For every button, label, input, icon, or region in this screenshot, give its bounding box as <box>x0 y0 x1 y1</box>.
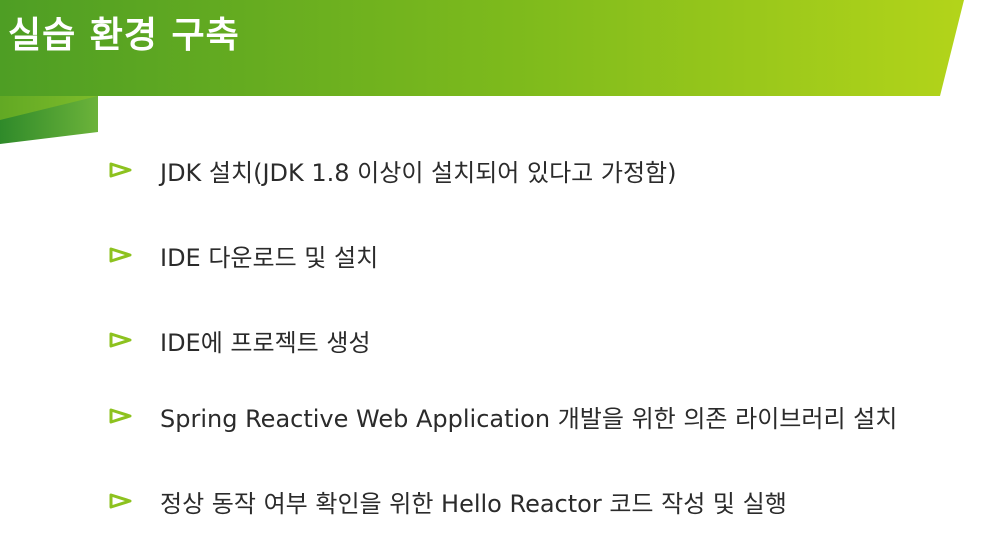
triangle-bullet-icon <box>109 493 132 509</box>
triangle-bullet-icon <box>109 247 132 263</box>
triangle-bullet-icon <box>109 162 132 178</box>
list-item: JDK 설치(JDK 1.8 이상이 설치되어 있다고 가정함) <box>108 152 676 188</box>
list-item: IDE에 프로젝트 생성 <box>108 322 371 358</box>
triangle-bullet-icon <box>109 332 132 348</box>
slide: 실습 환경 구축 JDK 설치(JDK 1.8 이상이 설치되어 있다고 가정함… <box>0 0 1006 537</box>
list-item: Spring Reactive Web Application 개발을 위한 의… <box>108 398 897 434</box>
title-banner: 실습 환경 구축 <box>0 0 1006 96</box>
triangle-bullet-icon <box>109 408 132 424</box>
bullet-text: 정상 동작 여부 확인을 위한 Hello Reactor 코드 작성 및 실행 <box>160 489 787 518</box>
corner-accent-shape <box>0 96 98 144</box>
bullet-text: JDK 설치(JDK 1.8 이상이 설치되어 있다고 가정함) <box>160 158 677 187</box>
bullet-text: Spring Reactive Web Application 개발을 위한 의… <box>160 404 898 433</box>
list-item: IDE 다운로드 및 설치 <box>108 237 378 273</box>
bullet-text: IDE에 프로젝트 생성 <box>160 328 371 357</box>
bullet-text: IDE 다운로드 및 설치 <box>160 243 379 272</box>
slide-title: 실습 환경 구축 <box>8 15 240 56</box>
list-item: 정상 동작 여부 확인을 위한 Hello Reactor 코드 작성 및 실행 <box>108 483 787 519</box>
